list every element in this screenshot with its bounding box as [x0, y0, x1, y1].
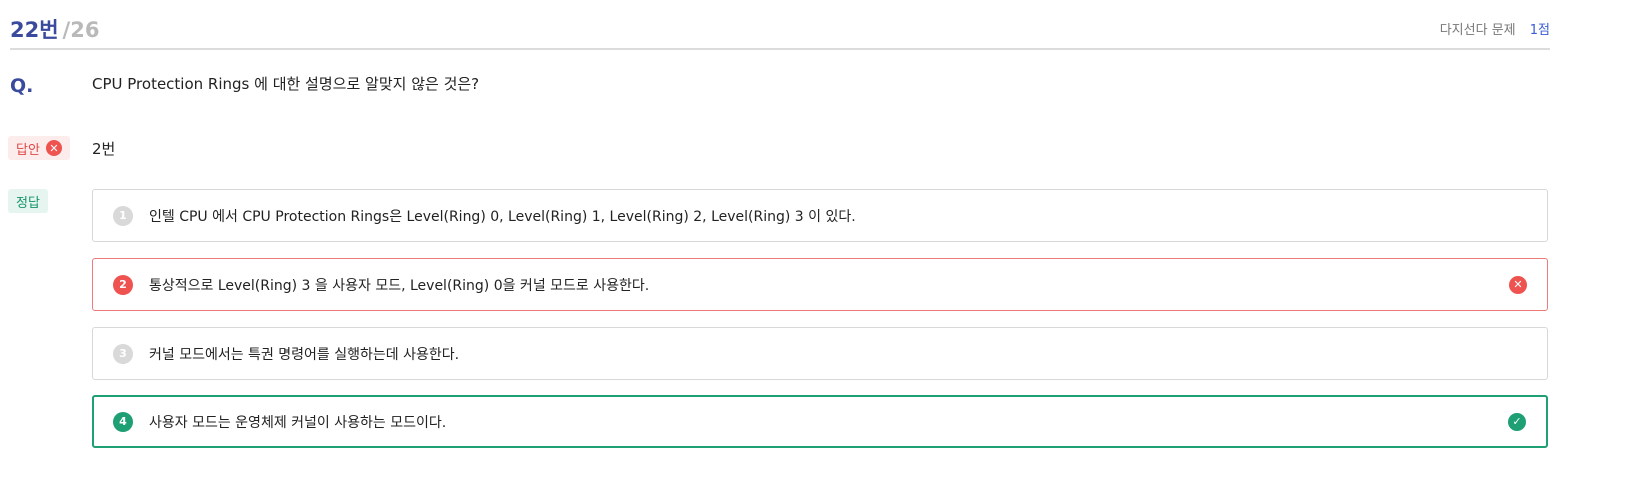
correct-badge: 정답	[8, 189, 48, 213]
answer-badge: 답안 ✕	[8, 136, 70, 160]
choice-number: 2	[113, 274, 133, 295]
choice-number: 3	[113, 343, 133, 364]
question-number: 22번/26	[10, 14, 99, 44]
question-points: 1점	[1529, 23, 1550, 38]
check-icon: ✓	[1508, 412, 1526, 431]
choice-number: 4	[113, 411, 133, 432]
wrong-icon: ✕	[45, 140, 62, 156]
choice-number: 1	[113, 205, 133, 226]
wrong-icon: ✕	[1509, 275, 1527, 294]
correct-label: 정답	[16, 195, 40, 211]
question-label: Q.	[10, 75, 34, 97]
answer-label: 답안	[16, 142, 40, 158]
question-text: CPU Protection Rings 에 대한 설명으로 알맞지 않은 것은…	[92, 75, 480, 93]
question-current: 22번	[10, 18, 59, 42]
question-header: 22번/26 다지선다 문제 1점	[10, 0, 1550, 50]
choice-text: 통상적으로 Level(Ring) 3 을 사용자 모드, Level(Ring…	[149, 277, 650, 294]
question-total: /26	[62, 18, 100, 42]
choice-1[interactable]: 1 인텔 CPU 에서 CPU Protection Rings은 Level(…	[92, 189, 1548, 242]
choice-text: 사용자 모드는 운영체제 커널이 사용하는 모드이다.	[149, 414, 447, 431]
question-meta: 다지선다 문제 1점	[1440, 19, 1550, 38]
choice-text: 인텔 CPU 에서 CPU Protection Rings은 Level(Ri…	[149, 208, 856, 225]
question-type: 다지선다 문제	[1439, 23, 1516, 38]
choice-text: 커널 모드에서는 특권 명령어를 실행하는데 사용한다.	[149, 346, 460, 363]
choice-4[interactable]: 4 사용자 모드는 운영체제 커널이 사용하는 모드이다. ✓	[92, 395, 1548, 448]
choice-2[interactable]: 2 통상적으로 Level(Ring) 3 을 사용자 모드, Level(Ri…	[92, 258, 1548, 311]
choice-3[interactable]: 3 커널 모드에서는 특권 명령어를 실행하는데 사용한다.	[92, 327, 1548, 380]
answer-value: 2번	[92, 140, 116, 158]
